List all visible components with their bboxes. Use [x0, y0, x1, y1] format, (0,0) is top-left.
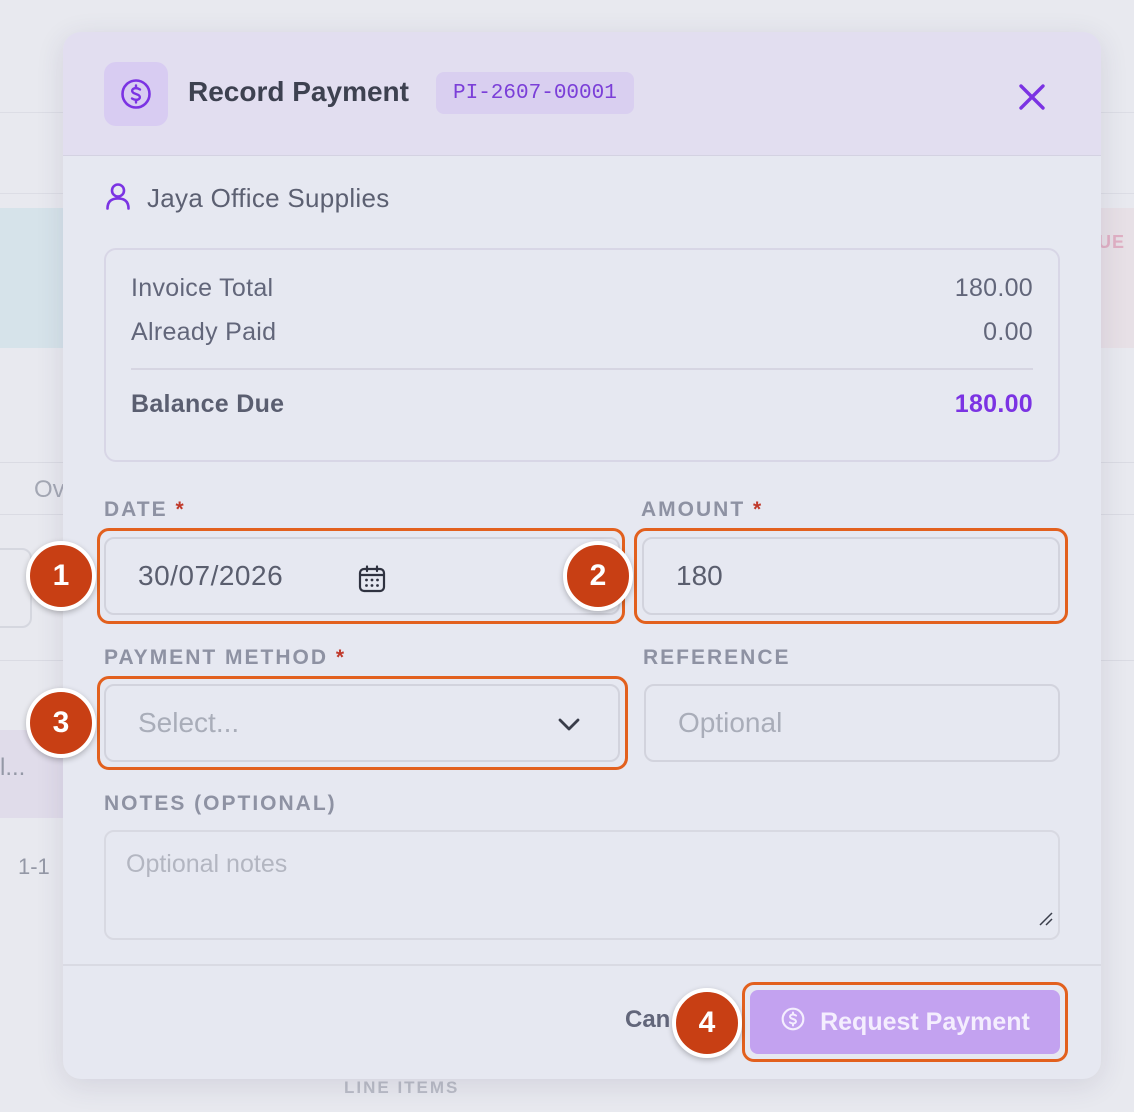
payment-method-label: PAYMENT METHOD *	[104, 646, 346, 670]
amount-label: AMOUNT *	[641, 498, 763, 522]
required-marker: *	[175, 498, 186, 521]
invoice-total-label: Invoice Total	[131, 274, 274, 302]
reference-placeholder: Optional	[678, 707, 783, 738]
highlight-date-field	[97, 528, 625, 624]
background-stat-tile	[0, 208, 64, 348]
notes-label: NOTES (OPTIONAL)	[104, 792, 337, 815]
step-marker-1: 1	[26, 541, 96, 611]
date-label-text: DATE	[104, 498, 168, 521]
highlight-payment-method-field	[97, 676, 628, 770]
amount-label-text: AMOUNT	[641, 498, 746, 521]
customer-info: Jaya Office Supplies	[105, 182, 390, 215]
customer-name: Jaya Office Supplies	[147, 183, 390, 213]
background-pagination: 1-1	[18, 854, 50, 879]
reference-label: REFERENCE	[643, 646, 791, 669]
summary-divider	[131, 368, 1033, 370]
highlight-request-payment-button	[742, 982, 1068, 1062]
balance-due-value: 180.00	[954, 390, 1033, 418]
invoice-reference-badge: PI-2607-00001	[436, 72, 634, 114]
step-marker-3: 3	[26, 688, 96, 758]
already-paid-value: 0.00	[983, 318, 1033, 346]
close-icon[interactable]	[1011, 76, 1053, 118]
payment-method-label-text: PAYMENT METHOD	[104, 646, 329, 669]
cancel-button[interactable]: Can	[625, 1006, 670, 1034]
balance-due-label: Balance Due	[131, 390, 285, 418]
background-row-text: l...	[0, 754, 26, 781]
reference-input[interactable]: Optional	[644, 684, 1060, 762]
required-marker: *	[335, 646, 347, 669]
already-paid-row: Already Paid 0.00	[131, 318, 1033, 347]
background-tab[interactable]: Ov	[34, 476, 65, 504]
dialog-title: Record Payment	[188, 76, 409, 107]
required-marker: *	[753, 498, 764, 521]
background-section-label: LINE ITEMS	[344, 1078, 460, 1097]
already-paid-label: Already Paid	[131, 318, 277, 346]
resize-handle-icon[interactable]	[1038, 905, 1054, 934]
highlight-amount-field	[634, 528, 1068, 624]
date-label: DATE *	[104, 498, 186, 522]
notes-textarea[interactable]: Optional notes	[104, 830, 1060, 940]
user-icon	[105, 182, 131, 215]
step-marker-4: 4	[672, 988, 742, 1058]
invoice-total-value: 180.00	[954, 274, 1033, 302]
footer-divider	[63, 964, 1101, 966]
dollar-circle-icon	[104, 62, 168, 126]
payment-summary: Invoice Total 180.00 Already Paid 0.00 B…	[104, 248, 1060, 462]
balance-due-row: Balance Due 180.00	[131, 390, 1033, 419]
notes-placeholder: Optional notes	[126, 850, 288, 878]
dialog-header: Record Payment PI-2607-00001	[63, 32, 1101, 156]
background-stat-tile	[1100, 208, 1134, 348]
step-marker-2: 2	[563, 541, 633, 611]
background-due-label: UE	[1098, 232, 1126, 252]
invoice-total-row: Invoice Total 180.00	[131, 274, 1033, 303]
